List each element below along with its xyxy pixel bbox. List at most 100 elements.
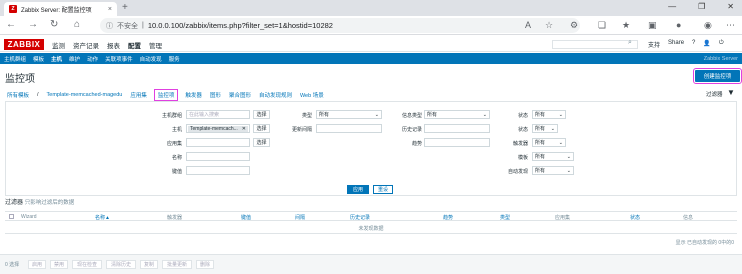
select-all-checkbox[interactable] xyxy=(9,214,14,219)
filter-toggle-label[interactable]: 过滤器 xyxy=(706,90,723,98)
col-name[interactable]: 名称▲ xyxy=(95,214,110,221)
help-link[interactable]: ? xyxy=(692,40,695,49)
mass-action-bar: 0 选择 启用 禁用 现在检查 清除历史 复制 批量更新 删除 xyxy=(0,254,742,274)
clear-history-button[interactable]: 清除历史 xyxy=(106,260,136,269)
remove-tag-icon[interactable]: ✕ xyxy=(242,126,246,132)
favorites-icon[interactable]: ★ xyxy=(622,20,630,31)
submenu-correlation[interactable]: 关联项事件 xyxy=(105,55,133,63)
col-type[interactable]: 类型 xyxy=(500,214,510,221)
status-select[interactable]: 所有 ⌄ xyxy=(532,110,566,119)
back-icon[interactable]: ← xyxy=(6,19,16,30)
template-select[interactable]: 所有 ⌄ xyxy=(532,152,574,161)
favorite-star-icon[interactable]: ☆ xyxy=(545,20,553,31)
application-select-button[interactable]: 选择 xyxy=(253,138,270,147)
apply-button[interactable]: 应用 xyxy=(347,185,369,194)
col-trends[interactable]: 趋势 xyxy=(443,214,453,221)
close-window-icon[interactable]: ✕ xyxy=(727,2,734,11)
host-select-button[interactable]: 选择 xyxy=(253,124,270,133)
enable-button[interactable]: 启用 xyxy=(28,260,46,269)
mass-update-button[interactable]: 批量更新 xyxy=(162,260,192,269)
col-info: 信息 xyxy=(683,215,694,221)
submenu-templates[interactable]: 模板 xyxy=(33,55,44,63)
url-field[interactable]: ⓘ 不安全 | 10.0.0.100/zabbix/items.php?filt… xyxy=(100,18,580,33)
state-select[interactable]: 所有 ⌄ xyxy=(532,124,558,133)
delete-button[interactable]: 删除 xyxy=(196,260,214,269)
create-item-button[interactable]: 创建监控项 xyxy=(693,68,742,84)
application-input[interactable] xyxy=(186,138,250,147)
submenu-discovery[interactable]: 自动发现 xyxy=(140,55,162,63)
col-applications: 应用集 xyxy=(555,215,571,221)
tab-close-icon[interactable]: × xyxy=(108,6,112,13)
menu-administration[interactable]: 管理 xyxy=(149,40,162,50)
home-icon[interactable]: ⌂ xyxy=(74,19,80,30)
history-input[interactable] xyxy=(424,124,490,133)
col-status[interactable]: 状态 xyxy=(630,214,640,221)
application-label: 应用集 xyxy=(166,141,182,147)
tab-items[interactable]: 监控项 xyxy=(153,89,179,101)
maximize-icon[interactable]: ❐ xyxy=(698,2,705,11)
tab-discovery-rules[interactable]: 自动发现规则 xyxy=(259,91,292,99)
submenu-maintenance[interactable]: 维护 xyxy=(69,55,80,63)
menu-reports[interactable]: 报表 xyxy=(107,40,120,50)
info-type-select[interactable]: 所有 ⌄ xyxy=(424,110,490,119)
filter-funnel-icon[interactable]: ▼ xyxy=(727,88,735,97)
tab-web-scenarios[interactable]: Web 场景 xyxy=(300,91,324,99)
name-input[interactable] xyxy=(186,152,250,161)
type-select[interactable]: 所有 ⌄ xyxy=(316,110,382,119)
crumb-template[interactable]: Template-memcached-magedu xyxy=(47,92,123,98)
host-group-input[interactable]: 在此输入搜索 xyxy=(186,110,250,119)
copy-button[interactable]: 复制 xyxy=(140,260,158,269)
key-input[interactable] xyxy=(186,166,250,175)
check-now-button[interactable]: 现在检查 xyxy=(72,260,102,269)
new-tab-icon[interactable]: + xyxy=(122,2,128,13)
reset-button[interactable]: 重设 xyxy=(373,185,393,194)
col-history[interactable]: 历史记录 xyxy=(350,214,370,221)
submenu-actions[interactable]: 动作 xyxy=(87,55,98,63)
tab-applications[interactable]: 应用集 xyxy=(130,91,147,99)
extension-icon[interactable]: ⚙ xyxy=(570,20,578,31)
menu-inventory[interactable]: 资产记录 xyxy=(73,40,99,50)
submenu-services[interactable]: 服务 xyxy=(169,55,180,63)
host-group-select-button[interactable]: 选择 xyxy=(253,110,270,119)
selected-count: 0 选择 xyxy=(5,262,20,268)
global-search-input[interactable] xyxy=(552,40,638,49)
profile-avatar-icon[interactable]: ◉ xyxy=(704,20,712,31)
tab-screens[interactable]: 聚合图形 xyxy=(229,91,251,99)
read-aloud-icon[interactable]: A xyxy=(525,20,531,30)
col-interval[interactable]: 间隔 xyxy=(295,214,305,221)
tab-triggers[interactable]: 触发器 xyxy=(185,91,202,99)
update-interval-input[interactable] xyxy=(316,124,382,133)
support-link[interactable]: 支持 xyxy=(648,40,660,49)
zabbix-logo[interactable]: ZABBIX xyxy=(4,39,44,50)
refresh-icon[interactable]: ↻ xyxy=(50,19,58,30)
host-input[interactable]: Template-memcach... ✕ xyxy=(186,124,250,133)
search-icon[interactable]: ⌕ xyxy=(628,39,632,47)
chevron-down-icon: ⌄ xyxy=(550,125,555,132)
menu-dots-icon[interactable]: ⋯ xyxy=(726,20,735,31)
menu-configuration[interactable]: 配置 xyxy=(128,40,141,50)
trends-input[interactable] xyxy=(424,138,490,147)
submenu-hosts[interactable]: 主机 xyxy=(51,55,62,63)
menu-monitoring[interactable]: 监测 xyxy=(52,40,65,50)
collections-icon[interactable]: ❏ xyxy=(598,20,606,31)
key-label: 键值 xyxy=(171,169,182,175)
trigger-select[interactable]: 所有 ⌄ xyxy=(532,138,566,147)
col-key[interactable]: 键值 xyxy=(241,214,251,221)
state-label: 状态 xyxy=(517,127,528,133)
share-link[interactable]: Share xyxy=(668,40,684,49)
capture-icon[interactable]: ▣ xyxy=(648,20,657,31)
minimize-icon[interactable]: — xyxy=(668,2,676,11)
tab-graphs[interactable]: 图形 xyxy=(210,91,221,99)
discovery-select[interactable]: 所有 ⌄ xyxy=(532,166,574,175)
crumb-all-templates[interactable]: 所有模板 xyxy=(7,91,29,99)
profile-icon[interactable]: ● xyxy=(676,20,681,30)
browser-tab[interactable]: Z Zabbix Server: 配置监控项 × xyxy=(4,2,117,16)
server-label: Zabbix Server xyxy=(703,55,738,62)
status-label: 状态 xyxy=(517,113,528,119)
submenu-host-groups[interactable]: 主机群组 xyxy=(4,55,26,63)
trends-label: 趋势 xyxy=(411,141,422,147)
power-icon[interactable]: ⏻ xyxy=(719,40,724,49)
forward-icon[interactable]: → xyxy=(28,19,38,30)
disable-button[interactable]: 禁用 xyxy=(50,260,68,269)
user-icon[interactable]: 👤 xyxy=(703,40,710,49)
